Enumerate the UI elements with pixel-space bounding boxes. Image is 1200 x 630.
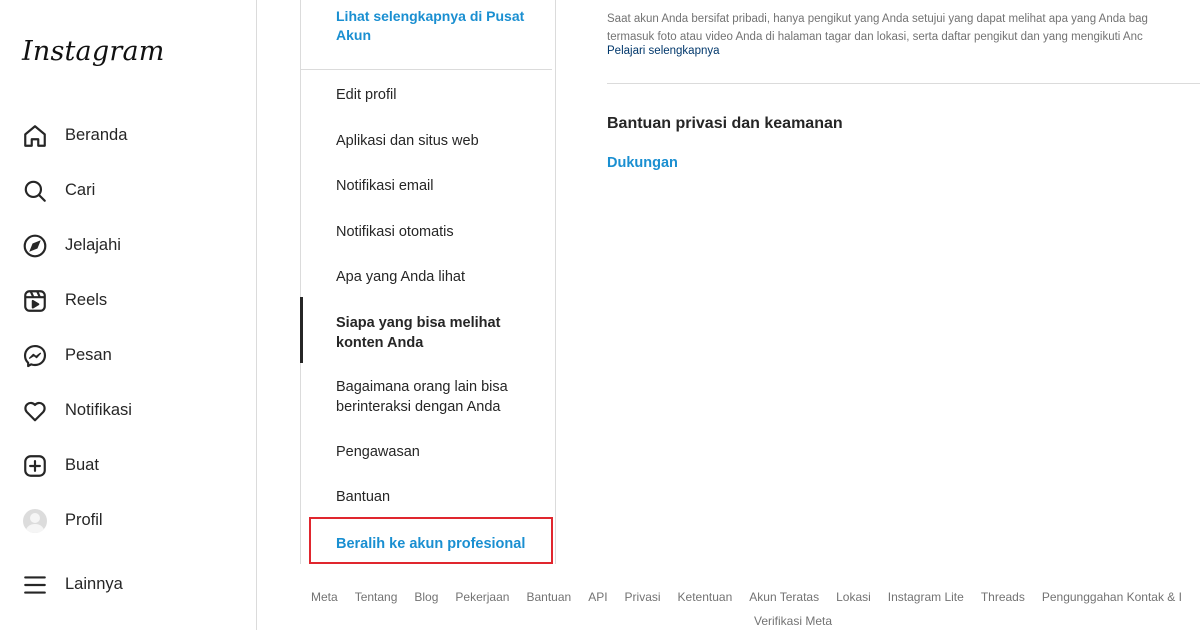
- nav-item-profile[interactable]: Profil: [0, 498, 256, 542]
- menu-item-what-you-see[interactable]: Apa yang Anda lihat: [336, 267, 546, 287]
- menu-icon: [22, 572, 48, 598]
- learn-more-link[interactable]: Pelajari selengkapnya: [607, 45, 720, 57]
- description-line: termasuk foto atau video Anda di halaman…: [607, 31, 1143, 43]
- footer-link[interactable]: Ketentuan: [678, 590, 733, 604]
- section-divider: [607, 83, 1200, 84]
- menu-item-supervision[interactable]: Pengawasan: [336, 442, 546, 462]
- menu-item-interactions[interactable]: Bagaimana orang lain bisa berinteraksi d…: [336, 377, 536, 417]
- nav-label: Reels: [65, 290, 108, 309]
- nav-item-notifications[interactable]: Notifikasi: [0, 388, 256, 432]
- footer-link[interactable]: Pekerjaan: [455, 590, 509, 604]
- plus-square-icon: [22, 453, 48, 479]
- footer-link[interactable]: API: [588, 590, 607, 604]
- nav-item-reels[interactable]: Reels: [0, 278, 256, 322]
- footer: Meta Tentang Blog Pekerjaan Bantuan API …: [257, 564, 1200, 630]
- nav-item-more[interactable]: Lainnya: [0, 562, 256, 606]
- highlight-box: [309, 517, 553, 564]
- nav-item-home[interactable]: Beranda: [0, 113, 256, 157]
- active-indicator: [300, 297, 303, 363]
- nav-label: Notifikasi: [65, 400, 132, 419]
- menu-item-edit-profile[interactable]: Edit profil: [336, 85, 546, 105]
- support-link[interactable]: Dukungan: [607, 155, 678, 171]
- search-icon: [22, 178, 48, 204]
- instagram-logo[interactable]: Instagram: [22, 36, 165, 67]
- home-icon: [22, 123, 48, 149]
- menu-item-who-can-see-content[interactable]: Siapa yang bisa melihat konten Anda: [336, 313, 526, 353]
- nav-label: Jelajahi: [65, 235, 121, 254]
- nav-label: Pesan: [65, 345, 112, 364]
- compass-icon: [22, 233, 48, 259]
- menu-item-apps-websites[interactable]: Aplikasi dan situs web: [336, 131, 546, 151]
- section-title: Bantuan privasi dan keamanan: [607, 115, 843, 132]
- footer-link[interactable]: Meta: [311, 590, 338, 604]
- footer-link[interactable]: Tentang: [355, 590, 398, 604]
- nav-label: Beranda: [65, 125, 128, 144]
- nav-item-search[interactable]: Cari: [0, 168, 256, 212]
- profile-avatar-icon: [22, 508, 48, 534]
- footer-link[interactable]: Privasi: [625, 590, 661, 604]
- nav-item-messages[interactable]: Pesan: [0, 333, 256, 377]
- footer-meta-verified-link[interactable]: Verifikasi Meta: [754, 614, 832, 628]
- heart-icon: [22, 398, 48, 424]
- nav-label: Profil: [65, 510, 103, 529]
- menu-item-email-notifications[interactable]: Notifikasi email: [336, 176, 546, 196]
- footer-link[interactable]: Blog: [414, 590, 438, 604]
- footer-link[interactable]: Pengunggahan Kontak & I: [1042, 590, 1182, 604]
- menu-item-help[interactable]: Bantuan: [336, 487, 546, 507]
- nav-label: Cari: [65, 180, 96, 199]
- footer-link[interactable]: Bantuan: [526, 590, 571, 604]
- main-content: Saat akun Anda bersifat pribadi, hanya p…: [557, 0, 1200, 564]
- nav-label: Buat: [65, 455, 99, 474]
- menu-divider: [301, 69, 552, 70]
- footer-links: Meta Tentang Blog Pekerjaan Bantuan API …: [311, 590, 1199, 604]
- nav-label: Lainnya: [65, 574, 123, 593]
- left-navigation: Instagram Beranda Cari Jelajahi Reels Pe…: [0, 0, 257, 630]
- menu-item-push-notifications[interactable]: Notifikasi otomatis: [336, 222, 546, 242]
- footer-link[interactable]: Threads: [981, 590, 1025, 604]
- messenger-icon: [22, 343, 48, 369]
- footer-link[interactable]: Akun Teratas: [749, 590, 819, 604]
- nav-item-create[interactable]: Buat: [0, 443, 256, 487]
- privacy-description: Saat akun Anda bersifat pribadi, hanya p…: [607, 10, 1200, 46]
- reels-icon: [22, 288, 48, 314]
- description-line: Saat akun Anda bersifat pribadi, hanya p…: [607, 13, 1148, 25]
- nav-item-explore[interactable]: Jelajahi: [0, 223, 256, 267]
- accounts-center-link[interactable]: Lihat selengkapnya di Pusat Akun: [336, 7, 536, 45]
- avatar: [23, 509, 47, 533]
- settings-menu: Lihat selengkapnya di Pusat Akun Edit pr…: [300, 0, 556, 564]
- footer-link[interactable]: Instagram Lite: [888, 590, 964, 604]
- footer-link[interactable]: Lokasi: [836, 590, 871, 604]
